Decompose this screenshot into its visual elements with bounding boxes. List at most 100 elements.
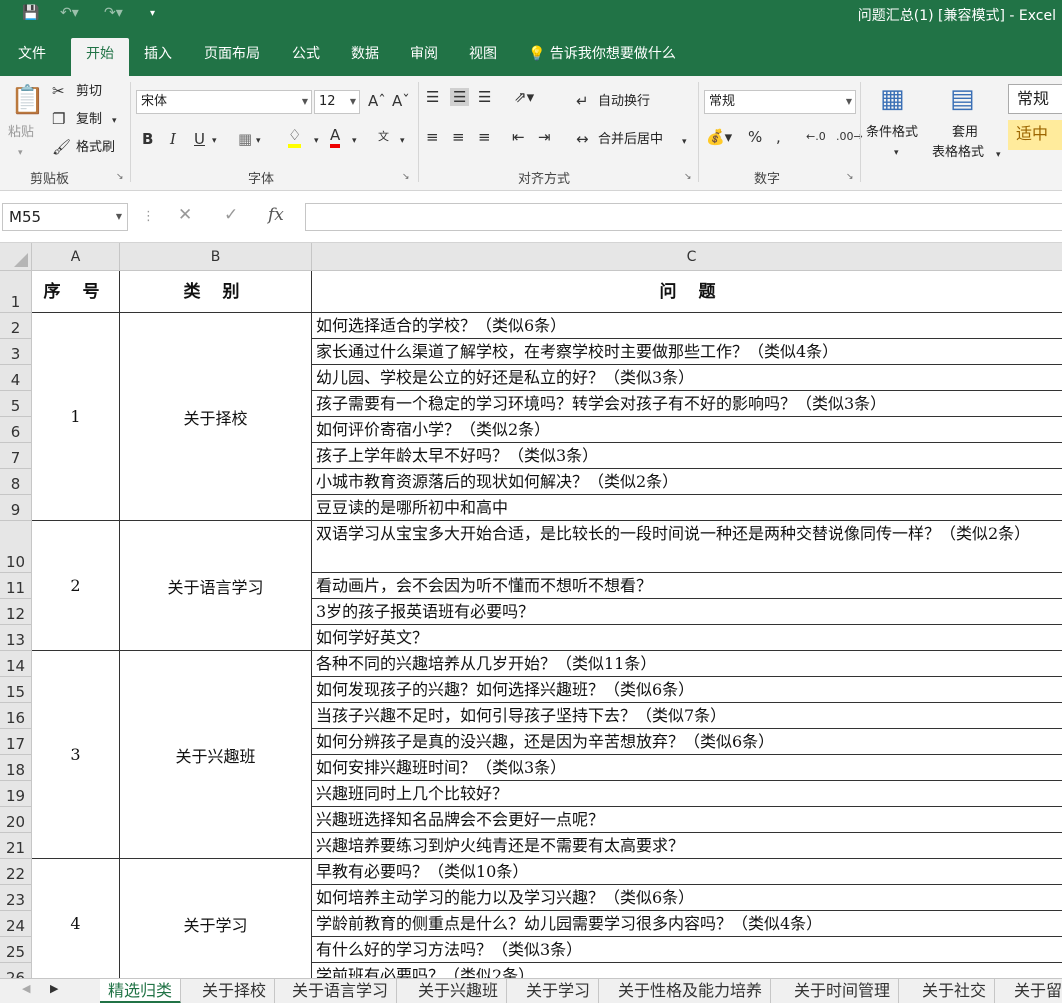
row-header[interactable]: 21 bbox=[0, 833, 32, 859]
scroll-left-icon[interactable]: ◀ bbox=[22, 982, 30, 995]
formula-input[interactable] bbox=[305, 203, 1062, 231]
name-box[interactable]: M55 ▼ bbox=[2, 203, 128, 231]
align-bottom-icon[interactable]: ☰ bbox=[478, 88, 491, 106]
orientation-icon[interactable]: ⇗▾ bbox=[514, 88, 534, 106]
align-middle-icon[interactable]: ☰ bbox=[450, 88, 470, 106]
border-dropdown-icon[interactable]: ▾ bbox=[256, 132, 261, 150]
select-all-button[interactable] bbox=[0, 243, 32, 271]
tab-review[interactable]: 审阅 bbox=[400, 38, 448, 76]
style-normal[interactable]: 常规 bbox=[1008, 84, 1062, 114]
sheet-tab[interactable]: 关于社交 bbox=[914, 979, 996, 1003]
row-header[interactable]: 16 bbox=[0, 703, 32, 729]
tab-page-layout[interactable]: 页面布局 bbox=[193, 38, 271, 76]
fill-color-icon[interactable]: ♢ bbox=[288, 126, 302, 148]
row-header[interactable]: 2 bbox=[0, 313, 32, 339]
percent-icon[interactable]: % bbox=[748, 128, 762, 146]
header-cell-category[interactable]: 类 别 bbox=[120, 271, 312, 313]
cut-button[interactable]: 剪切 bbox=[76, 83, 102, 101]
increase-decimal-icon[interactable]: ←.0 bbox=[806, 128, 826, 146]
copy-button[interactable]: 复制 bbox=[76, 111, 102, 129]
sheet-tab[interactable]: 关于语言学习 bbox=[284, 979, 398, 1003]
tell-me-box[interactable]: 💡 告诉我你想要做什么 bbox=[528, 38, 676, 70]
question-cell[interactable]: 如何评价寄宿小学？（类似2条） bbox=[312, 417, 1062, 443]
group-category-cell[interactable]: 关于学习 bbox=[120, 859, 312, 978]
question-cell[interactable]: 各种不同的兴趣培养从几岁开始？（类似11条） bbox=[312, 651, 1062, 677]
group-number-cell[interactable]: 3 bbox=[32, 651, 120, 859]
row-header[interactable]: 11 bbox=[0, 573, 32, 599]
increase-indent-icon[interactable]: ⇥ bbox=[538, 128, 551, 146]
number-format-combo[interactable]: 常规 ▼ bbox=[704, 90, 856, 114]
question-cell[interactable]: 如何分辨孩子是真的没兴趣，还是因为辛苦想放弃？（类似6条） bbox=[312, 729, 1062, 755]
row-header[interactable]: 17 bbox=[0, 729, 32, 755]
question-cell[interactable]: 兴趣班同时上几个比较好？ bbox=[312, 781, 1062, 807]
number-launcher-icon[interactable]: ↘ bbox=[846, 172, 854, 182]
row-header[interactable]: 23 bbox=[0, 885, 32, 911]
font-size-combo[interactable]: 12 ▼ bbox=[314, 90, 360, 114]
sheet-tab[interactable]: 关于性格及能力培养 bbox=[610, 979, 772, 1003]
paste-icon[interactable]: 📋 bbox=[10, 84, 45, 116]
tab-file[interactable]: 文件 bbox=[4, 38, 60, 76]
question-cell[interactable]: 孩子需要有一个稳定的学习环境吗？转学会对孩子有不好的影响吗？（类似3条） bbox=[312, 391, 1062, 417]
row-header[interactable]: 8 bbox=[0, 469, 32, 495]
row-header[interactable]: 20 bbox=[0, 807, 32, 833]
question-cell[interactable]: 如何学好英文？ bbox=[312, 625, 1062, 651]
align-center-icon[interactable]: ≡ bbox=[452, 128, 465, 146]
row-header[interactable]: 10 bbox=[0, 521, 32, 573]
group-number-cell[interactable]: 1 bbox=[32, 313, 120, 521]
row-header[interactable]: 15 bbox=[0, 677, 32, 703]
conditional-formatting-button[interactable]: 条件格式 bbox=[866, 124, 918, 142]
group-category-cell[interactable]: 关于择校 bbox=[120, 313, 312, 521]
wrap-text-button[interactable]: 自动换行 bbox=[598, 93, 650, 111]
question-cell[interactable]: 学龄前教育的侧重点是什么？幼儿园需要学习很多内容吗？（类似4条） bbox=[312, 911, 1062, 937]
question-cell[interactable]: 有什么好的学习方法吗？（类似3条） bbox=[312, 937, 1062, 963]
row-header[interactable]: 18 bbox=[0, 755, 32, 781]
format-as-table-label-1[interactable]: 套用 bbox=[952, 124, 978, 142]
row-header[interactable]: 12 bbox=[0, 599, 32, 625]
sheet-tab[interactable]: 关于学习 bbox=[518, 979, 600, 1003]
undo-icon[interactable]: ↶▾ bbox=[60, 5, 79, 21]
group-number-cell[interactable]: 2 bbox=[32, 521, 120, 651]
tab-data[interactable]: 数据 bbox=[340, 38, 390, 76]
currency-icon[interactable]: 💰▾ bbox=[706, 128, 732, 146]
sheet-tab[interactable]: 精选归类 bbox=[100, 979, 182, 1003]
row-header[interactable]: 25 bbox=[0, 937, 32, 963]
format-table-dropdown-icon[interactable]: ▾ bbox=[996, 146, 1001, 164]
question-cell[interactable]: 家长通过什么渠道了解学校，在考察学校时主要做那些工作？（类似4条） bbox=[312, 339, 1062, 365]
underline-dropdown-icon[interactable]: ▾ bbox=[212, 132, 217, 150]
decrease-indent-icon[interactable]: ⇤ bbox=[512, 128, 525, 146]
fill-color-dropdown-icon[interactable]: ▾ bbox=[314, 132, 319, 150]
italic-button[interactable]: I bbox=[170, 130, 176, 148]
format-painter-button[interactable]: 格式刷 bbox=[76, 139, 115, 157]
tab-home[interactable]: 开始 bbox=[71, 38, 129, 76]
enter-icon[interactable]: ✓ bbox=[224, 205, 238, 225]
scroll-right-icon[interactable]: ▶ bbox=[50, 982, 58, 995]
comma-icon[interactable]: , bbox=[776, 128, 781, 146]
sheet-tab[interactable]: 关于择校 bbox=[194, 979, 276, 1003]
increase-font-icon[interactable]: Aˆ bbox=[368, 92, 386, 110]
question-cell[interactable]: 如何发现孩子的兴趣？如何选择兴趣班？（类似6条） bbox=[312, 677, 1062, 703]
question-cell[interactable]: 看动画片，会不会因为听不懂而不想听不想看？ bbox=[312, 573, 1062, 599]
group-number-cell[interactable]: 4 bbox=[32, 859, 120, 978]
tab-formulas[interactable]: 公式 bbox=[280, 38, 332, 76]
row-header[interactable]: 26 bbox=[0, 963, 32, 978]
question-cell[interactable]: 3岁的孩子报英语班有必要吗？ bbox=[312, 599, 1062, 625]
align-top-icon[interactable]: ☰ bbox=[426, 88, 439, 106]
question-cell[interactable]: 如何安排兴趣班时间？（类似3条） bbox=[312, 755, 1062, 781]
question-cell[interactable]: 孩子上学年龄太早不好吗？（类似3条） bbox=[312, 443, 1062, 469]
redo-icon[interactable]: ↷▾ bbox=[104, 5, 123, 21]
question-cell[interactable]: 小城市教育资源落后的现状如何解决？（类似2条） bbox=[312, 469, 1062, 495]
row-header[interactable]: 22 bbox=[0, 859, 32, 885]
row-header[interactable]: 13 bbox=[0, 625, 32, 651]
merge-dropdown-icon[interactable]: ▾ bbox=[682, 133, 687, 151]
group-category-cell[interactable]: 关于语言学习 bbox=[120, 521, 312, 651]
align-left-icon[interactable]: ≡ bbox=[426, 128, 439, 146]
row-header[interactable]: 9 bbox=[0, 495, 32, 521]
row-header[interactable]: 7 bbox=[0, 443, 32, 469]
phonetic-dropdown-icon[interactable]: ▾ bbox=[400, 132, 405, 150]
insert-function-icon[interactable]: fx bbox=[268, 205, 284, 225]
phonetic-icon[interactable]: 文 bbox=[378, 128, 389, 146]
conditional-dropdown-icon[interactable]: ▾ bbox=[894, 144, 899, 162]
tab-insert[interactable]: 插入 bbox=[133, 38, 183, 76]
align-right-icon[interactable]: ≡ bbox=[478, 128, 491, 146]
decrease-decimal-icon[interactable]: .00→ bbox=[836, 128, 863, 146]
